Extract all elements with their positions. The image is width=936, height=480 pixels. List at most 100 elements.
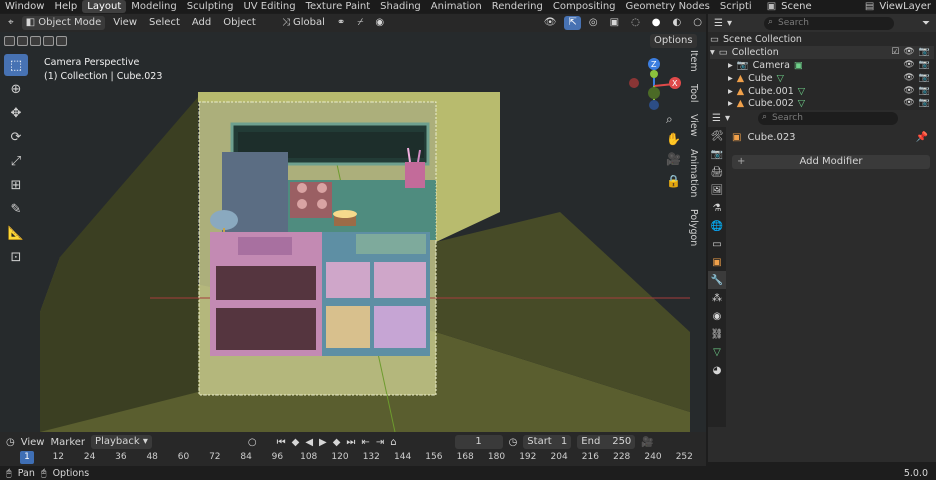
3d-viewport[interactable] bbox=[0, 32, 706, 432]
scene-tab-icon[interactable]: ⚗ bbox=[708, 199, 726, 217]
properties-search-input[interactable]: Search bbox=[758, 111, 898, 125]
auto-keying-icon[interactable]: ○ bbox=[248, 437, 257, 448]
lock-icon[interactable]: 🔒 bbox=[666, 174, 681, 188]
cursor-tool-icon[interactable]: ⊕ bbox=[4, 78, 28, 100]
expand-arrow-icon[interactable]: ▸ bbox=[728, 98, 733, 108]
view-layer-tab-icon[interactable]: 🖼 bbox=[708, 181, 726, 199]
physics-tab-icon[interactable]: ◉ bbox=[708, 307, 726, 325]
camera-render-icon[interactable]: 📷 bbox=[919, 72, 930, 85]
overlay-icon[interactable]: ◎ bbox=[585, 16, 602, 30]
scene-icon[interactable]: ▣ bbox=[767, 1, 776, 12]
material-tab-icon[interactable]: ◕ bbox=[708, 361, 726, 379]
expand-arrow-icon[interactable]: ▸ bbox=[728, 59, 733, 72]
menu-window[interactable]: Window bbox=[0, 0, 49, 13]
checkbox-icon[interactable]: ☑ bbox=[891, 46, 899, 59]
tool-tab-icon[interactable]: 🛠 bbox=[708, 127, 726, 145]
select-invert-icon[interactable] bbox=[43, 36, 54, 46]
modifier-tab-icon[interactable]: 🔧 bbox=[708, 271, 726, 289]
transform-orientation-dropdown[interactable]: ⤨ Global bbox=[278, 16, 329, 30]
scale-tool-icon[interactable]: ⤢ bbox=[4, 150, 28, 172]
eye-icon[interactable]: 👁 bbox=[903, 98, 914, 108]
collapse-arrow-icon[interactable]: ▾ bbox=[710, 46, 715, 59]
end-frame-field[interactable]: End 250 bbox=[577, 435, 636, 449]
visibility-icon[interactable]: 👁 bbox=[540, 16, 561, 30]
workspace-tab-uv-editing[interactable]: UV Editing bbox=[238, 0, 300, 13]
pan-hand-icon[interactable]: ✋ bbox=[666, 132, 681, 146]
workspace-tab-sculpting[interactable]: Sculpting bbox=[182, 0, 239, 13]
add-modifier-button[interactable]: + Add Modifier bbox=[732, 155, 930, 169]
filter-icon[interactable]: ⏷ bbox=[922, 18, 936, 29]
keyframe-next-icon[interactable]: ⇥ bbox=[376, 437, 384, 448]
outliner-search-input[interactable]: Search bbox=[764, 16, 894, 30]
menu-add[interactable]: Add bbox=[188, 16, 215, 30]
prev-keyframe-icon[interactable]: ◆ bbox=[292, 437, 300, 448]
shading-material-icon[interactable]: ◐ bbox=[669, 16, 686, 30]
clock-icon[interactable]: ◷ bbox=[509, 437, 518, 448]
tab-view[interactable]: View bbox=[688, 114, 699, 137]
play-reverse-icon[interactable]: ◀ bbox=[305, 437, 313, 448]
workspace-tab-geometry-nodes[interactable]: Geometry Nodes bbox=[621, 0, 715, 13]
camera-render-icon[interactable]: 📷 bbox=[919, 85, 930, 98]
menu-object[interactable]: Object bbox=[219, 16, 260, 30]
outliner-display-mode-icon[interactable]: ▾ bbox=[727, 18, 732, 29]
gizmo-toggle-icon[interactable]: ⇱ bbox=[564, 16, 581, 30]
camera-view-toggle-icon[interactable]: 🎥 bbox=[641, 437, 653, 448]
snap-icon[interactable]: ⌿ bbox=[353, 16, 367, 30]
world-tab-icon[interactable]: 🌐 bbox=[708, 217, 726, 235]
outliner-collection[interactable]: ▾ ▭ Collection ☑ 👁 📷 bbox=[710, 46, 934, 59]
menu-select[interactable]: Select bbox=[145, 16, 184, 30]
particles-tab-icon[interactable]: ⁂ bbox=[708, 289, 726, 307]
object-tab-icon[interactable]: ▣ bbox=[708, 253, 726, 271]
workspace-tab-shading[interactable]: Shading bbox=[375, 0, 426, 13]
properties-editor-icon[interactable]: ☰ bbox=[712, 113, 721, 124]
select-intersect-icon[interactable] bbox=[56, 36, 67, 46]
workspace-tab-modeling[interactable]: Modeling bbox=[126, 0, 182, 13]
camera-render-icon[interactable]: 📷 bbox=[919, 59, 930, 72]
outliner-scene-collection[interactable]: ▭ Scene Collection bbox=[710, 33, 934, 46]
start-frame-field[interactable]: Start 1 bbox=[523, 435, 572, 449]
outliner-item-camera[interactable]: ▸ 📷 Camera ▣ 👁 📷 bbox=[710, 59, 934, 72]
camera-render-icon[interactable]: 📷 bbox=[919, 46, 930, 59]
expand-arrow-icon[interactable]: ▸ bbox=[728, 85, 733, 98]
shading-solid-icon[interactable]: ● bbox=[648, 16, 665, 30]
properties-display-icon[interactable]: ▾ bbox=[725, 113, 730, 124]
options-button[interactable]: Options bbox=[650, 34, 697, 48]
collection-tab-icon[interactable]: ▭ bbox=[708, 235, 726, 253]
navigation-gizmo[interactable]: Z X bbox=[620, 56, 684, 112]
select-new-icon[interactable] bbox=[4, 36, 15, 46]
eye-icon[interactable]: 👁 bbox=[903, 72, 914, 85]
move-tool-icon[interactable]: ✥ bbox=[4, 102, 28, 124]
constraints-tab-icon[interactable]: ⛓ bbox=[708, 325, 726, 343]
data-tab-icon[interactable]: ▽ bbox=[708, 343, 726, 361]
select-box-tool-icon[interactable]: ⬚ bbox=[4, 54, 28, 76]
transform-tool-icon[interactable]: ⊞ bbox=[4, 174, 28, 196]
zoom-icon[interactable]: ⌕ bbox=[666, 112, 673, 127]
jump-end-icon[interactable]: ⏭ bbox=[346, 437, 355, 448]
workspace-tab-texture-paint[interactable]: Texture Paint bbox=[301, 0, 376, 13]
render-tab-icon[interactable]: 📷 bbox=[708, 145, 726, 163]
workspace-tab-rendering[interactable]: Rendering bbox=[487, 0, 548, 13]
outliner-editor-icon[interactable]: ☰ bbox=[714, 18, 723, 29]
tab-polygon[interactable]: Polygon bbox=[688, 209, 699, 246]
eye-icon[interactable]: 👁 bbox=[903, 59, 914, 72]
select-subtract-icon[interactable] bbox=[30, 36, 41, 46]
viewlayer-selector[interactable]: ViewLayer bbox=[874, 0, 936, 13]
timeline-editor-icon[interactable]: ◷ bbox=[6, 437, 15, 448]
pin-icon[interactable]: 📌 bbox=[916, 132, 928, 143]
tab-tool[interactable]: Tool bbox=[688, 84, 699, 102]
select-extend-icon[interactable] bbox=[17, 36, 28, 46]
shading-rendered-icon[interactable]: ○ bbox=[689, 16, 706, 30]
tab-item[interactable]: Item bbox=[688, 50, 699, 72]
rotate-tool-icon[interactable]: ⟳ bbox=[4, 126, 28, 148]
pivot-icon[interactable]: ⚭ bbox=[333, 16, 349, 30]
timeline-ruler[interactable] bbox=[0, 452, 706, 466]
jump-start-icon[interactable]: ⏮ bbox=[277, 437, 286, 448]
editor-type-icon[interactable]: ⌖ bbox=[4, 16, 18, 30]
workspace-tab-animation[interactable]: Animation bbox=[426, 0, 487, 13]
annotate-tool-icon[interactable]: ✎ bbox=[4, 198, 28, 220]
workspace-tab-scripting[interactable]: Scripti bbox=[715, 0, 757, 13]
proportional-edit-icon[interactable]: ◉ bbox=[371, 16, 388, 30]
timeline-menu-marker[interactable]: Marker bbox=[50, 437, 85, 448]
tab-animation[interactable]: Animation bbox=[688, 149, 699, 197]
outliner-item-cube[interactable]: ▸ ▲ Cube ▽ 👁 📷 bbox=[710, 72, 934, 85]
